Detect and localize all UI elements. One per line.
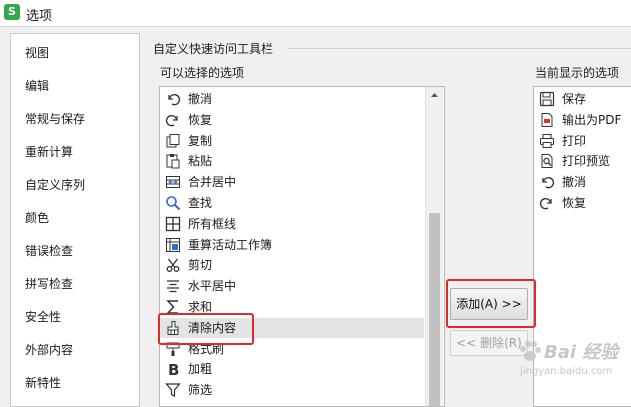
nav-item[interactable]: 常规与保存 (25, 110, 85, 127)
list-item-label: 打印 (562, 133, 587, 148)
list-item-label: 撤消 (188, 92, 213, 106)
svg-text:B: B (168, 361, 179, 377)
list-item-label: 粘贴 (188, 154, 213, 169)
filter-icon (165, 382, 181, 398)
cut-icon (165, 257, 181, 273)
add-button[interactable]: 添加(A) >> (450, 288, 528, 320)
sum-icon (165, 299, 181, 315)
current-commands-label: 当前显示的选项 (535, 66, 620, 80)
list-item[interactable]: 合并居中 (160, 172, 424, 192)
nav-item[interactable]: 编辑 (25, 77, 49, 94)
nav-item[interactable]: 重新计算 (25, 143, 73, 160)
merge-center-icon (165, 174, 181, 190)
list-item-label: 保存 (562, 92, 587, 106)
window-title: 选项 (26, 9, 53, 24)
nav-item[interactable]: 颜色 (25, 209, 49, 226)
list-item[interactable]: 输出为PDF (534, 110, 631, 130)
undo-icon (539, 174, 555, 190)
list-item-label: 复制 (188, 133, 213, 148)
list-item[interactable]: 撤消 (534, 172, 631, 192)
list-item-label: 筛选 (188, 383, 213, 398)
nav-item[interactable]: 安全性 (25, 308, 61, 325)
list-item-label: 清除内容 (188, 320, 237, 335)
list-item-label: 所有框线 (188, 216, 237, 231)
list-item[interactable]: 恢复 (160, 110, 424, 130)
bold-icon: B (165, 361, 181, 379)
list-item-label: 打印预览 (562, 154, 611, 169)
all-borders-icon (165, 216, 181, 232)
list-item[interactable]: 撤消 (160, 89, 424, 109)
format-painter-icon (165, 341, 181, 357)
list-item-label: 合并居中 (188, 175, 237, 190)
list-item[interactable]: 所有框线 (160, 214, 424, 234)
list-item[interactable]: 粘贴 (160, 151, 424, 171)
recalculate-icon (165, 237, 181, 253)
list-item-label: 重算活动工作簿 (188, 237, 273, 252)
nav-item[interactable]: 拼写检查 (25, 275, 73, 292)
wps-app-icon: S (4, 4, 20, 20)
watermark-main-text: Bai 经验 (544, 342, 619, 363)
paste-icon (165, 153, 181, 169)
list-item-label: 查找 (188, 196, 213, 210)
list-item[interactable]: 查找 (160, 193, 424, 213)
watermark-url: jingyan.baidu.com (520, 366, 613, 377)
print-icon (539, 133, 555, 149)
nav-item[interactable]: 自定义序列 (25, 176, 85, 193)
list-item[interactable]: 清除内容 (160, 317, 424, 338)
list-item[interactable]: 剪切 (160, 255, 424, 275)
copy-icon (165, 133, 181, 149)
available-commands-list[interactable]: 撤消恢复复制粘贴合并居中查找所有框线重算活动工作簿 剪切水平居中求和清除内容格式刷… (159, 86, 445, 407)
list-item[interactable]: 水平居中 (160, 276, 424, 296)
pdf-icon (539, 112, 555, 128)
eraser-icon (165, 320, 181, 336)
list-item-label: 恢复 (562, 196, 587, 210)
list-item-label: 恢复 (188, 112, 213, 127)
list-item-label: 撤消 (562, 175, 587, 190)
nav-item[interactable]: 错误检查 (25, 242, 73, 259)
list-item[interactable]: 格式刷 (160, 339, 424, 359)
save-icon (539, 91, 555, 107)
redo-icon (539, 195, 555, 211)
list-item[interactable]: B 加粗 (160, 359, 424, 379)
baidu-paw-icon (520, 341, 541, 361)
nav-item[interactable]: 外部内容 (25, 341, 73, 358)
undo-icon (165, 91, 181, 107)
print-preview-icon (539, 153, 555, 169)
scrollbar-thumb[interactable] (429, 213, 440, 406)
list-item-label: 格式刷 (188, 341, 225, 356)
list-item-label: 水平居中 (188, 279, 237, 294)
list-item[interactable]: 复制 (160, 131, 424, 151)
title-bar: S 选项 (0, 0, 631, 27)
list-item[interactable]: 恢复 (534, 193, 631, 213)
group-divider (288, 48, 631, 49)
list-item[interactable]: 筛选 (160, 380, 424, 400)
available-list-scrollbar[interactable] (425, 87, 443, 406)
group-title: 自定义快速访问工具栏 (153, 42, 274, 56)
redo-icon (165, 112, 181, 128)
available-commands-label: 可以选择的选项 (160, 66, 245, 80)
scroll-up-arrow[interactable] (426, 87, 443, 103)
list-item[interactable]: 打印预览 (534, 151, 631, 171)
search-icon (165, 195, 181, 211)
nav-item[interactable]: 视图 (25, 44, 49, 61)
list-item[interactable]: 保存 (534, 89, 631, 109)
options-nav: 视图编辑常规与保存重新计算自定义序列颜色错误检查拼写检查安全性外部内容新特性 (10, 33, 140, 407)
list-item-label: 加粗 (188, 362, 213, 377)
nav-item[interactable]: 新特性 (25, 374, 61, 391)
baidu-jingyan-watermark: Bai 经验 jingyan.baidu.com (516, 336, 626, 386)
list-item-label: 剪切 (188, 258, 213, 273)
align-center-icon (165, 278, 181, 294)
list-item[interactable]: 求和 (160, 297, 424, 317)
list-item-label: 输出为PDF (562, 112, 622, 127)
list-item-label: 求和 (188, 300, 213, 314)
list-item[interactable]: 重算活动工作簿 (160, 235, 424, 255)
list-item[interactable]: 打印 (534, 131, 631, 151)
